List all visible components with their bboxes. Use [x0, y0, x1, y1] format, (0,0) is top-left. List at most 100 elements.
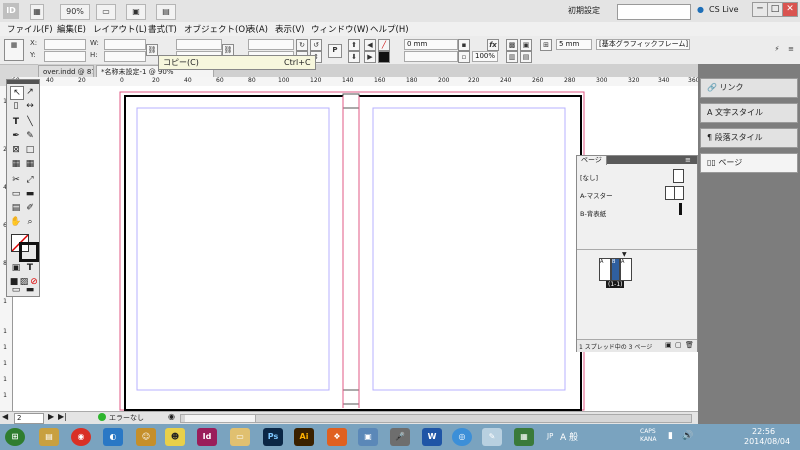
folder-icon[interactable]: ▭ — [230, 428, 250, 446]
scissors-tool-icon[interactable]: ✂ — [10, 174, 22, 186]
app-icon-3[interactable]: ❖ — [327, 428, 347, 446]
menu-type[interactable]: 書式(T) — [148, 23, 177, 35]
preview-mode-icon[interactable]: ▬ — [24, 284, 36, 296]
h-field[interactable] — [104, 51, 146, 62]
y-field[interactable] — [44, 51, 86, 62]
bridge-button[interactable]: ▦ — [30, 4, 44, 20]
microphone-icon[interactable]: 🎤 — [390, 428, 410, 446]
rotate-ccw-icon[interactable]: ↺ — [310, 39, 322, 51]
note-tool-icon[interactable]: ▤ — [10, 202, 22, 214]
preflight-status[interactable]: エラーなし — [109, 413, 144, 423]
view-options-button[interactable]: ▭ — [96, 4, 116, 20]
rectangle-frame-tool-icon[interactable]: ⊠ — [10, 144, 22, 156]
stroke-swatch[interactable] — [19, 242, 39, 262]
drop-shadow-icon[interactable]: ▪ — [458, 39, 470, 51]
app-icon[interactable]: ☺ — [136, 428, 156, 446]
select-container-icon[interactable]: ⬆ — [348, 39, 360, 51]
object-style-dropdown[interactable]: [基本グラフィックフレーム] — [596, 39, 690, 50]
cs-live-icon[interactable]: ● — [697, 5, 704, 14]
offset-field[interactable]: 5 mm — [556, 39, 592, 50]
minimize-button[interactable]: ─ — [752, 2, 768, 17]
page-number-field[interactable]: 2 — [14, 413, 44, 424]
menu-file[interactable]: ファイル(F) — [7, 23, 53, 35]
w-field[interactable] — [104, 39, 146, 50]
lightning-icon[interactable]: ⚡ — [772, 44, 782, 54]
rotate-cw-icon[interactable]: ↻ — [296, 39, 308, 51]
panel-menu-icon[interactable]: ≡ — [786, 44, 796, 54]
panel-menu-icon[interactable]: ≡ — [685, 156, 691, 164]
constrain-proportions-icon[interactable]: ⛓ — [146, 44, 158, 56]
spread-page-b[interactable]: B — [611, 258, 620, 281]
x-field[interactable] — [44, 39, 86, 50]
paragraph-direction-icon[interactable]: P — [328, 44, 342, 58]
menu-edit[interactable]: 編集(E) — [57, 23, 86, 35]
normal-view-icon[interactable]: ▭ — [10, 284, 22, 296]
master-none-thumb[interactable] — [673, 169, 684, 183]
menu-object[interactable]: オブジェクト(O) — [184, 23, 248, 35]
fill-swatch-icon[interactable]: ╱ — [378, 39, 390, 51]
select-next-icon[interactable]: ▶ — [364, 51, 376, 63]
text-wrap-2-icon[interactable]: ▥ — [506, 51, 518, 63]
network-icon[interactable]: ▮ — [668, 431, 673, 441]
master-a-label[interactable]: A-マスター — [580, 190, 613, 200]
app-icon-6[interactable]: ✎ — [482, 428, 502, 446]
indesign-taskbar-icon[interactable]: Id — [197, 428, 217, 446]
menu-view[interactable]: 表示(V) — [275, 23, 304, 35]
stroke-type-field[interactable] — [404, 51, 458, 62]
free-transform-tool-icon[interactable]: ⤢ — [24, 174, 36, 186]
reference-point-icon[interactable]: ▦ — [4, 39, 24, 61]
spread-page-a[interactable]: A — [599, 258, 611, 281]
rotation-field[interactable] — [248, 39, 294, 50]
app-icon-2[interactable]: ☻ — [165, 428, 185, 446]
menu-table[interactable]: 表(A) — [247, 23, 268, 35]
dock-pages[interactable]: ▯▯ ページ — [700, 153, 798, 173]
master-b-label[interactable]: B-背表紙 — [580, 208, 606, 218]
clock-date[interactable]: 2014/08/04 — [744, 437, 790, 446]
type-tool-icon[interactable]: T — [10, 116, 22, 128]
direct-selection-tool-icon[interactable]: ↗ — [24, 86, 36, 98]
menu-window[interactable]: ウィンドウ(W) — [311, 23, 369, 35]
gradient-feather-tool-icon[interactable]: ▬ — [24, 188, 36, 200]
open-preflight-icon[interactable]: ◉ — [168, 412, 175, 421]
select-previous-icon[interactable]: ◀ — [364, 39, 376, 51]
ime-indicator[interactable]: A 般 — [560, 430, 578, 443]
table-tool-icon[interactable]: ▦ — [10, 158, 22, 170]
fit-content-icon[interactable]: ▤ — [520, 51, 532, 63]
fx-icon[interactable]: fx — [487, 39, 499, 51]
screen-mode-button[interactable]: ▣ — [126, 4, 146, 20]
clock-time[interactable]: 22:56 — [752, 427, 775, 436]
explorer-icon[interactable]: ▤ — [39, 428, 59, 446]
maximize-button[interactable]: □ — [767, 2, 783, 17]
word-icon[interactable]: W — [422, 428, 442, 446]
next-page-icon[interactable]: ▶ — [48, 412, 54, 421]
auto-fit-icon[interactable]: ⊞ — [540, 39, 552, 51]
last-page-icon[interactable]: ▶| — [58, 412, 67, 421]
first-page-icon[interactable]: ◀ — [2, 412, 8, 421]
scrollbar-thumb[interactable] — [185, 415, 256, 422]
stroke-swatch-icon[interactable] — [378, 51, 390, 63]
master-b-thumb[interactable] — [679, 203, 682, 215]
illustrator-icon[interactable]: Ai — [294, 428, 314, 446]
horizontal-scrollbar[interactable] — [180, 414, 692, 423]
dock-links[interactable]: 🔗 リンク — [700, 78, 798, 98]
cs-live-button[interactable]: CS Live — [709, 5, 739, 14]
trash-icon[interactable]: 🗑 — [685, 341, 694, 349]
line-tool-icon[interactable]: ╲ — [24, 116, 36, 128]
master-a-right-thumb[interactable] — [674, 186, 684, 200]
pen-tool-icon[interactable]: ✒ — [10, 130, 22, 142]
workspace-selector[interactable]: 初期設定 — [568, 5, 600, 16]
opacity-field[interactable]: 100% — [472, 51, 498, 62]
scale-x-field[interactable] — [176, 39, 222, 50]
page-size-icon[interactable]: ▣ — [665, 341, 672, 349]
pencil-tool-icon[interactable]: ✎ — [24, 130, 36, 142]
hand-tool-icon[interactable]: ✋ — [10, 216, 22, 228]
start-button-icon[interactable]: ⊞ — [5, 428, 25, 446]
new-page-icon[interactable]: ▢ — [675, 341, 682, 349]
fit-frame-icon[interactable]: ▣ — [520, 39, 532, 51]
menu-layout[interactable]: レイアウト(L) — [93, 23, 147, 35]
effects-icon[interactable]: ▫ — [458, 51, 470, 63]
pages-panel-tab[interactable]: ページ — [577, 156, 607, 165]
select-content-icon[interactable]: ⬇ — [348, 51, 360, 63]
app-icon-4[interactable]: ▣ — [358, 428, 378, 446]
photoshop-icon[interactable]: Ps — [263, 428, 283, 446]
